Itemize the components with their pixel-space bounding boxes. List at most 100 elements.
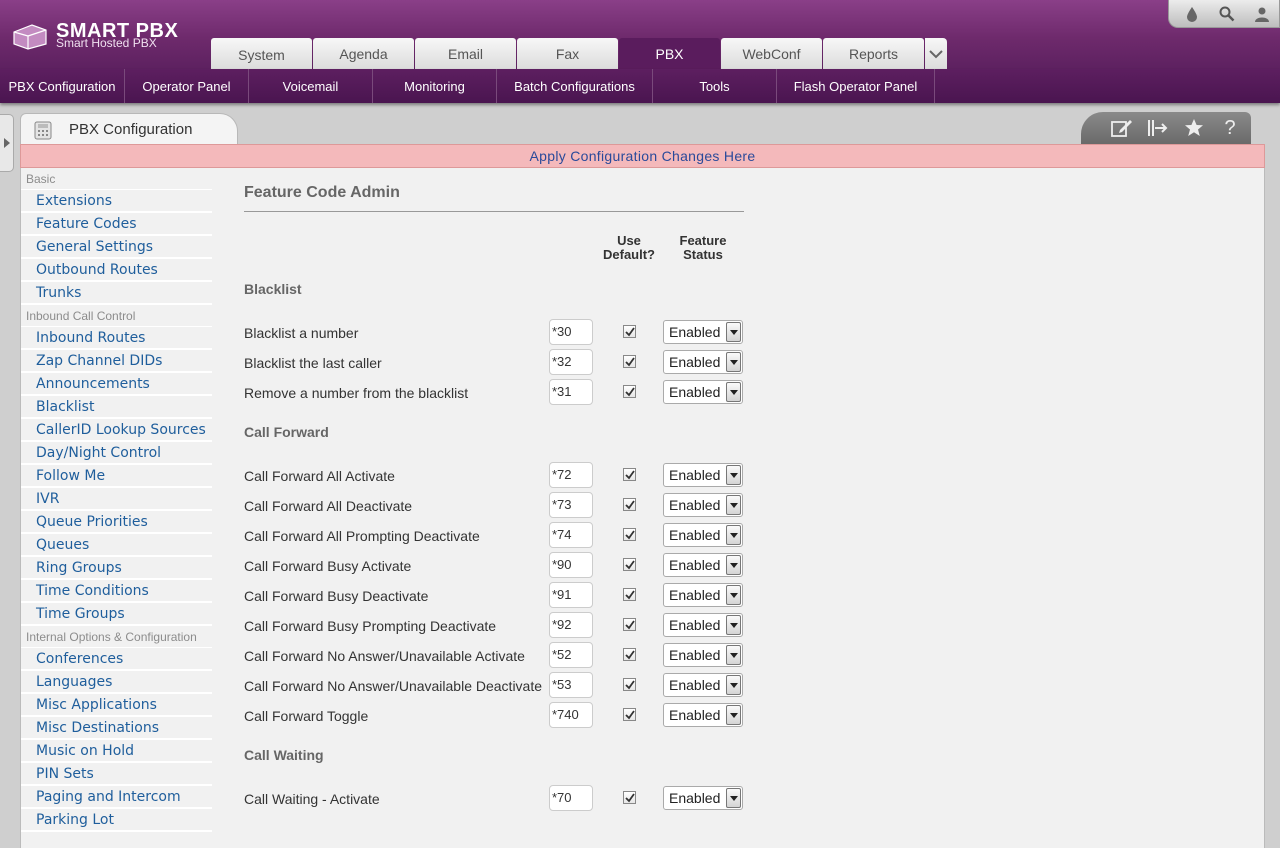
feature-status-select[interactable]: Enabled xyxy=(663,786,743,810)
star-icon[interactable] xyxy=(1183,117,1205,139)
feature-code-input[interactable]: *70 xyxy=(549,785,593,811)
feature-status-select[interactable]: Enabled xyxy=(663,320,743,344)
feature-label: Call Forward No Answer/Unavailable Deact… xyxy=(244,678,543,694)
brand-logo[interactable]: SMART PBX Smart Hosted PBX xyxy=(12,20,192,54)
main-panel: PBX Configuration ? Apply Configuration … xyxy=(20,110,1265,848)
use-default-checkbox[interactable] xyxy=(623,791,636,804)
sidebar-item-general-settings[interactable]: General Settings xyxy=(21,236,212,259)
tab-system[interactable]: System xyxy=(211,38,312,69)
feature-code-input[interactable]: *91 xyxy=(549,582,593,608)
use-default-checkbox[interactable] xyxy=(623,708,636,721)
feature-label: Call Forward All Activate xyxy=(244,468,395,484)
feature-status-select[interactable]: Enabled xyxy=(663,703,743,727)
sidebar-item-extensions[interactable]: Extensions xyxy=(21,190,212,213)
sidebar-item-ring-groups[interactable]: Ring Groups xyxy=(21,557,212,580)
feature-status-select[interactable]: Enabled xyxy=(663,380,743,404)
sidebar-item-pin-sets[interactable]: PIN Sets xyxy=(21,763,212,786)
use-default-checkbox[interactable] xyxy=(623,558,636,571)
tab-webconf[interactable]: WebConf xyxy=(721,38,822,69)
edit-icon[interactable] xyxy=(1111,117,1133,139)
feature-status-select[interactable]: Enabled xyxy=(663,643,743,667)
sidebar-item-announcements[interactable]: Announcements xyxy=(21,373,212,396)
feature-status-select[interactable]: Enabled xyxy=(663,463,743,487)
sidebar-item-queue-priorities[interactable]: Queue Priorities xyxy=(21,511,212,534)
search-icon[interactable] xyxy=(1214,3,1240,25)
help-icon[interactable]: ? xyxy=(1219,117,1241,139)
sidebar-expander[interactable] xyxy=(0,114,14,172)
feature-code-input[interactable]: *74 xyxy=(549,522,593,548)
sidebar-item-conferences[interactable]: Conferences xyxy=(21,648,212,671)
use-default-checkbox[interactable] xyxy=(623,355,636,368)
sidebar-item-misc-destinations[interactable]: Misc Destinations xyxy=(21,717,212,740)
feature-code-input[interactable]: *32 xyxy=(549,349,593,375)
drop-icon[interactable] xyxy=(1179,3,1205,25)
sidebar-item-follow-me[interactable]: Follow Me xyxy=(21,465,212,488)
export-icon[interactable] xyxy=(1147,117,1169,139)
tab-agenda[interactable]: Agenda xyxy=(313,38,414,69)
feature-status-select[interactable]: Enabled xyxy=(663,583,743,607)
sidebar-item-feature-codes[interactable]: Feature Codes xyxy=(21,213,212,236)
sidebar-item-paging-intercom[interactable]: Paging and Intercom xyxy=(21,786,212,809)
sidebar-item-time-conditions[interactable]: Time Conditions xyxy=(21,580,212,603)
sidebar-item-inbound-routes[interactable]: Inbound Routes xyxy=(21,327,212,350)
tab-fax[interactable]: Fax xyxy=(517,38,618,69)
sidebar-item-outbound-routes[interactable]: Outbound Routes xyxy=(21,259,212,282)
tab-pbx[interactable]: PBX xyxy=(619,38,720,69)
feature-code-input[interactable]: *31 xyxy=(549,379,593,405)
apply-changes-link[interactable]: Apply Configuration Changes Here xyxy=(530,148,756,164)
sidebar-item-languages[interactable]: Languages xyxy=(21,671,212,694)
feature-status-value: Enabled xyxy=(669,557,721,573)
feature-code-input[interactable]: *92 xyxy=(549,612,593,638)
chevron-down-icon xyxy=(726,352,741,372)
use-default-checkbox[interactable] xyxy=(623,528,636,541)
feature-label: Blacklist the last caller xyxy=(244,355,382,371)
sidebar-item-queues[interactable]: Queues xyxy=(21,534,212,557)
submenu-voicemail[interactable]: Voicemail xyxy=(249,69,373,103)
feature-code-input[interactable]: *53 xyxy=(549,672,593,698)
feature-code-input[interactable]: *90 xyxy=(549,552,593,578)
sidebar-item-music-on-hold[interactable]: Music on Hold xyxy=(21,740,212,763)
submenu-pbx-configuration[interactable]: PBX Configuration xyxy=(0,69,125,103)
submenu-batch-configurations[interactable]: Batch Configurations xyxy=(497,69,653,103)
sidebar-item-trunks[interactable]: Trunks xyxy=(21,282,212,305)
tab-reports[interactable]: Reports xyxy=(823,38,924,69)
submenu-operator-panel[interactable]: Operator Panel xyxy=(125,69,249,103)
checkmark-icon xyxy=(624,559,635,569)
use-default-checkbox[interactable] xyxy=(623,588,636,601)
feature-status-select[interactable]: Enabled xyxy=(663,673,743,697)
use-default-checkbox[interactable] xyxy=(623,648,636,661)
use-default-checkbox[interactable] xyxy=(623,678,636,691)
feature-status-select[interactable]: Enabled xyxy=(663,523,743,547)
sidebar-item-parking-lot[interactable]: Parking Lot xyxy=(21,809,212,832)
tabs-more-button[interactable] xyxy=(925,38,947,69)
group-heading: Blacklist xyxy=(244,281,302,297)
sidebar-item-blacklist[interactable]: Blacklist xyxy=(21,396,212,419)
feature-status-select[interactable]: Enabled xyxy=(663,493,743,517)
use-default-checkbox[interactable] xyxy=(623,468,636,481)
feature-code-input[interactable]: *72 xyxy=(549,462,593,488)
use-default-checkbox[interactable] xyxy=(623,618,636,631)
sidebar-item-callerid-lookup[interactable]: CallerID Lookup Sources xyxy=(21,419,212,442)
feature-code-input[interactable]: *73 xyxy=(549,492,593,518)
chevron-down-icon xyxy=(726,495,741,515)
submenu-flash-operator-panel[interactable]: Flash Operator Panel xyxy=(777,69,935,103)
feature-code-input[interactable]: *30 xyxy=(549,319,593,345)
submenu-tools[interactable]: Tools xyxy=(653,69,777,103)
user-icon[interactable] xyxy=(1249,3,1275,25)
submenu-monitoring[interactable]: Monitoring xyxy=(373,69,497,103)
sidebar-item-zap-channel-dids[interactable]: Zap Channel DIDs xyxy=(21,350,212,373)
sidebar-item-time-groups[interactable]: Time Groups xyxy=(21,603,212,626)
use-default-checkbox[interactable] xyxy=(623,385,636,398)
sidebar-item-day-night[interactable]: Day/Night Control xyxy=(21,442,212,465)
use-default-checkbox[interactable] xyxy=(623,498,636,511)
feature-status-select[interactable]: Enabled xyxy=(663,350,743,374)
sidebar-item-ivr[interactable]: IVR xyxy=(21,488,212,511)
feature-code-input[interactable]: *740 xyxy=(549,702,593,728)
use-default-checkbox[interactable] xyxy=(623,325,636,338)
feature-status-select[interactable]: Enabled xyxy=(663,613,743,637)
checkmark-icon xyxy=(624,356,635,366)
sidebar-item-misc-applications[interactable]: Misc Applications xyxy=(21,694,212,717)
feature-code-input[interactable]: *52 xyxy=(549,642,593,668)
tab-email[interactable]: Email xyxy=(415,38,516,69)
feature-status-select[interactable]: Enabled xyxy=(663,553,743,577)
